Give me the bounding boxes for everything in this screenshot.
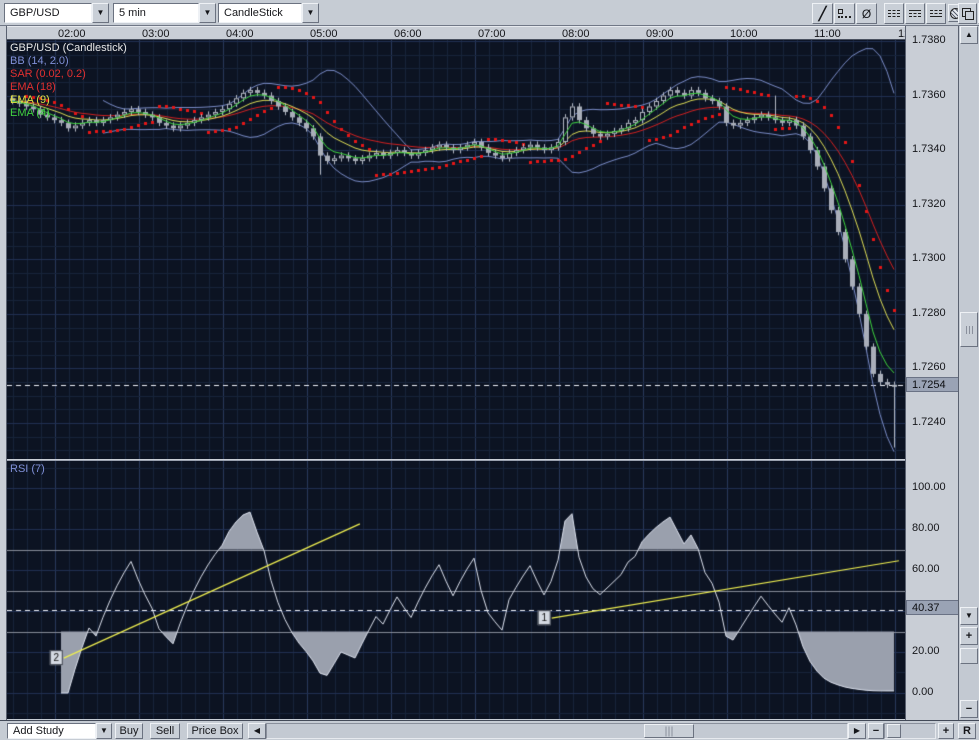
add-study-select-value: Add Study	[13, 725, 64, 737]
interval-select[interactable]: 5 min	[113, 3, 199, 23]
line-tool-button[interactable]: ╱	[812, 3, 833, 24]
price-tick-label: 1.7340	[912, 143, 946, 155]
price-box-button[interactable]: Price Box	[187, 723, 243, 739]
erase-tool-button[interactable]: Ø	[856, 3, 877, 24]
main-price-chart[interactable]	[7, 40, 905, 459]
time-tick-label: 09:00	[646, 28, 674, 40]
scroll-right-button[interactable]: ▶	[848, 723, 866, 739]
reset-chart-button[interactable]: R	[958, 723, 976, 739]
interval-select-arrow-button[interactable]: ▼	[199, 3, 216, 23]
current-price-box: 1.7254	[906, 377, 958, 392]
time-tick-label: 12	[898, 28, 905, 40]
annotation-tool-button[interactable]	[834, 3, 855, 24]
chevron-down-icon: ▼	[97, 9, 105, 17]
current-price-value: 1.7254	[912, 379, 946, 391]
chart-type-select[interactable]: CandleStick	[218, 3, 302, 23]
interval-select-value: 5 min	[119, 7, 146, 19]
rsi-tick-label: 60.00	[912, 563, 940, 575]
time-tick-label: 10:00	[730, 28, 758, 40]
grid-style-solid-top-icon	[909, 8, 921, 19]
plus-icon: +	[966, 630, 972, 642]
rsi-panel-title: RSI (7)	[10, 463, 45, 475]
thumb-grip-icon	[966, 326, 973, 334]
symbol-select[interactable]: GBP/USD	[4, 3, 92, 23]
add-study-select[interactable]: Add Study	[7, 723, 96, 739]
symbol-select-arrow-button[interactable]: ▼	[92, 3, 109, 23]
time-tick-label: 06:00	[394, 28, 422, 40]
price-tick-label: 1.7320	[912, 198, 946, 210]
price-tick-label: 1.7240	[912, 416, 946, 428]
horizontal-scroll-track[interactable]	[266, 723, 848, 739]
cascade-windows-icon	[962, 8, 974, 20]
price-tick-label: 1.7300	[912, 252, 946, 264]
buy-button[interactable]: Buy	[115, 723, 143, 739]
minus-icon: −	[966, 703, 972, 715]
scroll-down-button[interactable]: ▼	[960, 607, 978, 625]
chart-type-select-value: CandleStick	[224, 7, 283, 19]
zoom-out-horizontal-button[interactable]: −	[868, 723, 884, 739]
grid-style-solid-top-button[interactable]	[905, 3, 925, 24]
plus-icon: +	[943, 725, 949, 737]
grid-style-dashed-icon	[888, 8, 900, 19]
chart-application-window: GBP/USD ▼ 5 min ▼ CandleStick ▼ ╱ Ø	[0, 0, 979, 740]
line-tool-icon: ╱	[819, 6, 827, 22]
time-tick-label: 07:00	[478, 28, 506, 40]
top-toolbar: GBP/USD ▼ 5 min ▼ CandleStick ▼ ╱ Ø	[0, 0, 979, 26]
cascade-windows-button[interactable]	[958, 3, 977, 24]
price-tick-label: 1.7260	[912, 361, 946, 373]
price-axis: 1.7254 40.37 1.7380 1.7360 1.7340 1.7320 1.7…	[905, 26, 958, 720]
zoom-in-vertical-button[interactable]: +	[960, 627, 978, 645]
chart-type-select-arrow-button[interactable]: ▼	[302, 3, 319, 23]
current-rsi-value: 40.37	[912, 602, 940, 614]
zoom-in-horizontal-button[interactable]: +	[938, 723, 954, 739]
horizontal-zoom-track[interactable]	[884, 723, 936, 739]
chevron-down-icon: ▼	[204, 9, 212, 17]
arrow-left-icon: ◀	[254, 727, 260, 735]
annotation-tool-icon	[838, 9, 851, 18]
add-study-arrow-button[interactable]: ▼	[96, 723, 112, 739]
rsi-tick-label: 20.00	[912, 645, 940, 657]
price-tick-label: 1.7380	[912, 34, 946, 46]
sell-button[interactable]: Sell	[150, 723, 180, 739]
left-gutter	[0, 26, 7, 720]
time-tick-label: 11:00	[814, 28, 841, 40]
current-rsi-box: 40.37	[906, 600, 958, 615]
time-tick-label: 02:00	[58, 28, 86, 40]
thumb-grip-icon	[666, 726, 673, 736]
erase-tool-icon: Ø	[862, 7, 871, 21]
scroll-up-button[interactable]: ▲	[960, 26, 978, 44]
vertical-zoom-thumb[interactable]	[960, 648, 978, 664]
horizontal-scroll-thumb[interactable]	[644, 724, 694, 738]
bottom-toolbar: Add Study ▼ Buy Sell Price Box ◀ ▶ − + R	[0, 720, 979, 740]
price-tick-label: 1.7360	[912, 89, 946, 101]
rsi-indicator-chart[interactable]	[7, 461, 905, 719]
grid-style-solid-bottom-icon	[930, 8, 942, 19]
rsi-tick-label: 0.00	[912, 686, 933, 698]
time-tick-label: 03:00	[142, 28, 170, 40]
grid-style-solid-bottom-button[interactable]	[926, 3, 946, 24]
time-tick-label: 04:00	[226, 28, 254, 40]
time-tick-label: 08:00	[562, 28, 590, 40]
horizontal-zoom-thumb[interactable]	[887, 724, 901, 738]
arrow-right-icon: ▶	[854, 727, 860, 735]
time-axis: 02:00 03:00 04:00 05:00 06:00 07:00 08:00 09:00…	[7, 26, 905, 40]
rsi-tick-label: 100.00	[912, 481, 946, 493]
arrow-down-icon: ▼	[965, 612, 973, 620]
price-tick-label: 1.7280	[912, 307, 946, 319]
symbol-select-value: GBP/USD	[10, 7, 60, 19]
scroll-left-button[interactable]: ◀	[248, 723, 266, 739]
time-tick-label: 05:00	[310, 28, 338, 40]
zoom-out-vertical-button[interactable]: −	[960, 700, 978, 718]
vertical-scroll-thumb[interactable]	[960, 312, 978, 347]
rsi-tick-label: 80.00	[912, 522, 940, 534]
vertical-scrollbar: ▲ ▼ + −	[958, 26, 978, 720]
minus-icon: −	[873, 725, 879, 737]
chevron-down-icon: ▼	[100, 727, 108, 735]
chevron-down-icon: ▼	[307, 9, 315, 17]
arrow-up-icon: ▲	[965, 31, 973, 39]
grid-style-dashed-button[interactable]	[884, 3, 904, 24]
